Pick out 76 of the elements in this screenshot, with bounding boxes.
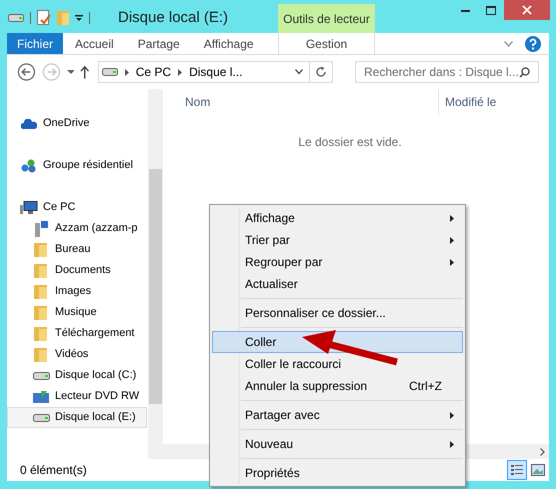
menu-item[interactable]: Actualiser	[212, 273, 463, 295]
navigation-item[interactable]: Disque local (E:)	[7, 407, 147, 428]
details-view-icon	[511, 465, 523, 475]
thumbnail-view-icon[interactable]	[531, 464, 545, 476]
menu-item[interactable]: Partager avec	[212, 404, 463, 426]
navigation-item[interactable]: Ce PC	[7, 197, 76, 218]
dvd-drive-icon	[33, 390, 49, 402]
navigation-item[interactable]: Documents	[7, 260, 112, 281]
menu-item[interactable]: Coller le raccourci	[212, 353, 463, 375]
folder-icon	[34, 346, 48, 362]
folder-icon	[34, 326, 48, 342]
navigation-item[interactable]: Disque local (C:)	[7, 365, 138, 386]
drive-icon	[102, 67, 118, 77]
column-header[interactable]: Nom	[185, 93, 438, 111]
menu-item[interactable]: Affichage	[212, 207, 463, 229]
up-arrow-icon[interactable]	[80, 65, 90, 79]
folder-icon	[34, 304, 48, 320]
menu-item[interactable]: Propriétés	[212, 462, 463, 484]
empty-folder-message: Le dossier est vide.	[297, 134, 403, 151]
minimize-icon	[460, 8, 470, 12]
scrollbar-thumb[interactable]	[149, 169, 162, 404]
file-tab[interactable]: Fichier	[7, 33, 63, 54]
breadcrumb-item[interactable]: Ce PC	[136, 63, 172, 81]
navigation-item[interactable]: Musique	[7, 302, 98, 323]
navigation-item[interactable]: Lecteur DVD RW	[7, 386, 140, 407]
folder-icon	[34, 242, 48, 258]
navigation-item[interactable]: OneDrive	[7, 113, 90, 134]
drive-icon[interactable]	[8, 13, 24, 23]
breadcrumb-chevron-icon[interactable]	[124, 68, 129, 76]
status-text: 0 élément(s)	[20, 462, 87, 479]
scroll-right-icon[interactable]	[540, 448, 545, 456]
recent-caret-icon[interactable]	[66, 70, 74, 74]
homegroup-icon	[21, 158, 37, 172]
ribbon-tab[interactable]: Partage	[126, 33, 192, 54]
address-bar[interactable]: Ce PC Disque l...	[98, 61, 310, 83]
window-title: Disque local (E:)	[118, 8, 228, 28]
search-field[interactable]: Rechercher dans : Disque l...	[354, 61, 539, 83]
close-button[interactable]	[504, 0, 550, 20]
drive-icon	[32, 370, 50, 380]
dropdown-caret-icon[interactable]	[75, 14, 83, 22]
context-tab-header: Outils de lecteur	[278, 4, 375, 33]
ribbon-tab[interactable]: Affichage	[192, 33, 266, 54]
menu-item[interactable]: Regrouper par	[212, 251, 463, 273]
menu-item[interactable]: Personnaliser ce dossier...	[212, 302, 463, 324]
menu-item[interactable]: Trier par	[212, 229, 463, 251]
refresh-button[interactable]	[310, 61, 333, 83]
close-icon	[522, 5, 532, 15]
ribbon-tab[interactable]: Accueil	[63, 33, 126, 54]
menu-item[interactable]: Nouveau	[212, 433, 463, 455]
cloud-icon	[21, 118, 37, 128]
navigation-item[interactable]: Vidéos	[7, 344, 90, 365]
navigation-item[interactable]: Groupe résidentiel	[7, 155, 134, 176]
column-header[interactable]: Modifié le	[445, 93, 496, 111]
dropdown-caret-icon[interactable]	[295, 69, 304, 75]
network-computer-icon	[34, 220, 48, 236]
details-view-button[interactable]	[507, 460, 527, 480]
folder-icon	[34, 262, 48, 278]
collapse-ribbon-icon[interactable]	[504, 40, 513, 46]
folder-icon	[34, 284, 48, 300]
navigation-item[interactable]: Téléchargement	[7, 323, 136, 344]
navigation-item[interactable]: Bureau	[7, 239, 92, 260]
computer-icon	[20, 200, 38, 214]
breadcrumb-chevron-icon[interactable]	[178, 68, 182, 76]
properties-icon[interactable]	[37, 10, 51, 26]
navigation-item[interactable]: Images	[7, 281, 92, 302]
drive-icon	[32, 412, 50, 422]
ribbon-tab[interactable]: Gestion	[278, 33, 375, 55]
refresh-icon	[315, 66, 328, 78]
navigation-item[interactable]: Azzam (azzam-p	[7, 218, 139, 239]
maximize-icon	[486, 6, 496, 14]
search-icon	[518, 66, 530, 78]
back-icon[interactable]	[17, 62, 36, 82]
shortcut-text: Ctrl+Z	[409, 378, 442, 395]
menu-item[interactable]: Annuler la suppression Ctrl+Z	[212, 375, 463, 397]
breadcrumb-item[interactable]: Disque l...	[189, 63, 242, 81]
help-icon[interactable]	[525, 36, 541, 52]
